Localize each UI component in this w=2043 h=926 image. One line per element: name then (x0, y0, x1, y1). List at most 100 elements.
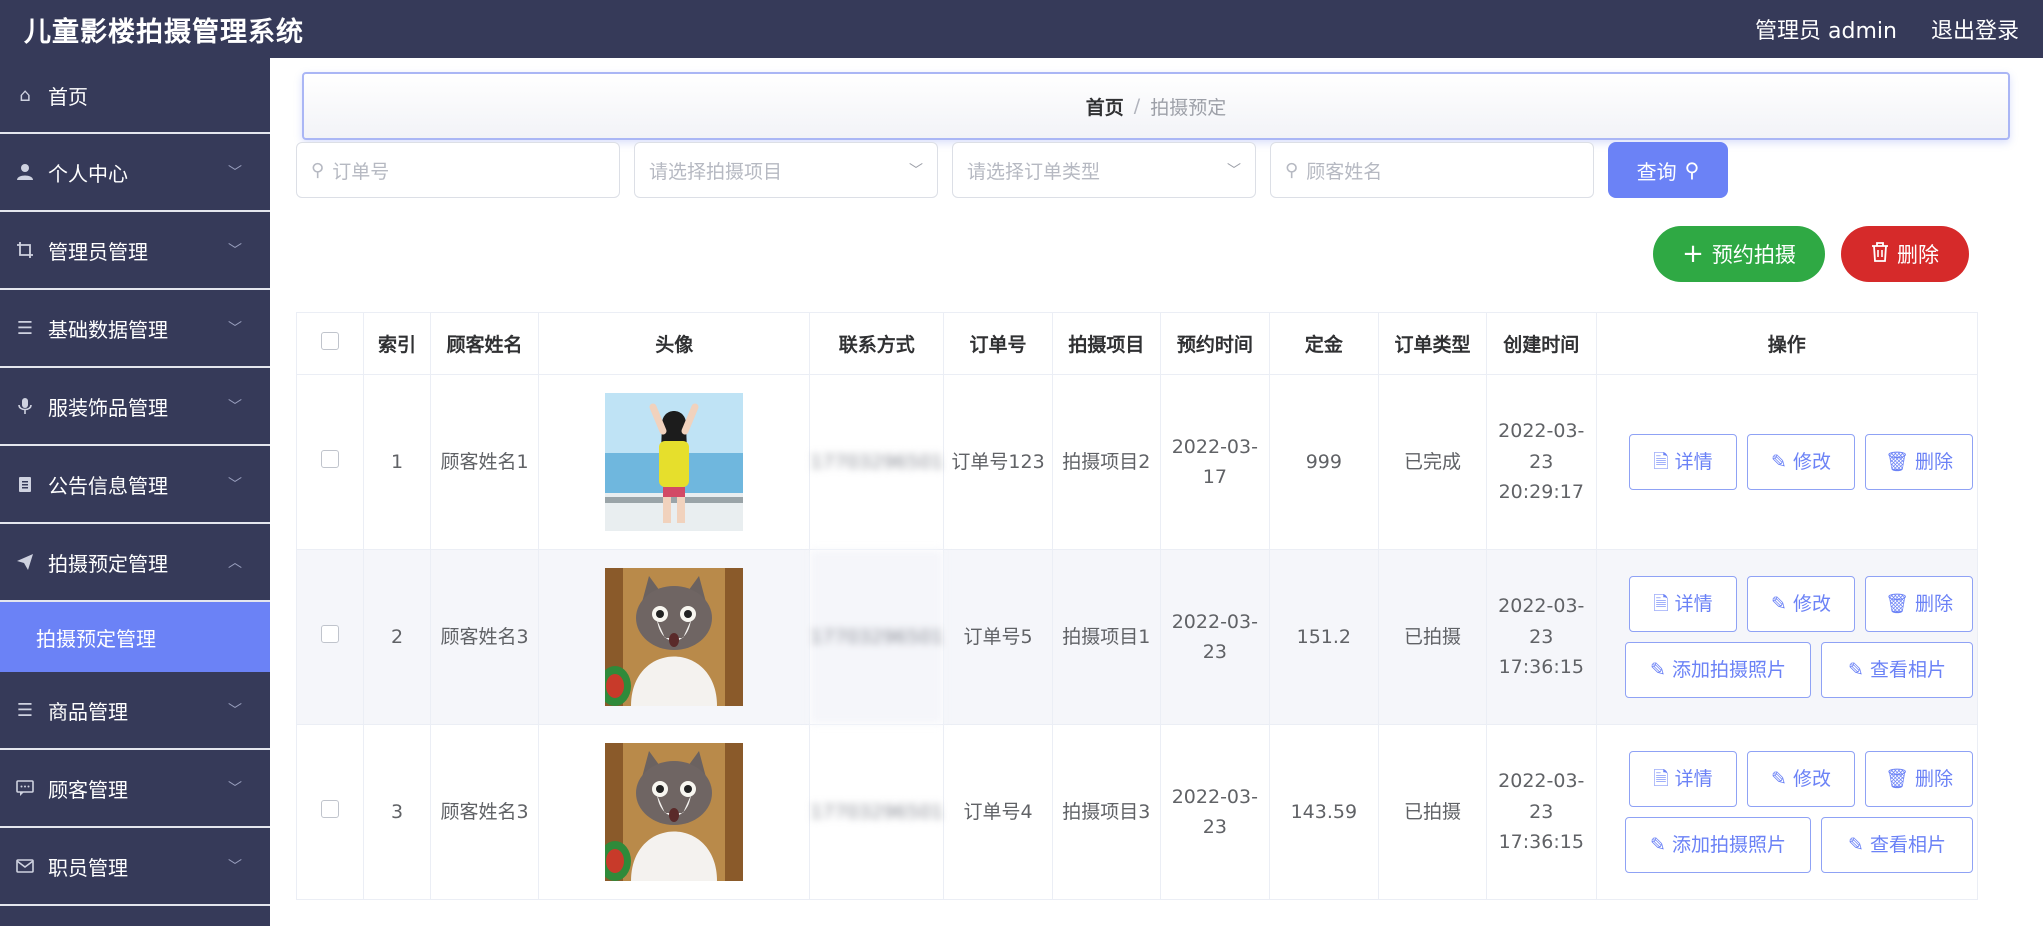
batch-delete-button[interactable]: 删除 (1841, 226, 1969, 282)
row-project: 拍摄项目1 (1051, 549, 1161, 725)
breadcrumb-separator: / (1133, 95, 1141, 117)
view-photo-button[interactable]: ✎ 查看相片 (1821, 642, 1973, 698)
search-bar: ⚲ 订单号 请选择拍摄项目 ﹀ 请选择订单类型 ﹀ ⚲ 顾客姓名 查询 ⚲ (296, 142, 1728, 198)
edit-label: 修改 (1792, 767, 1831, 790)
sidebar-subitem-label: 拍摄预定管理 (36, 626, 156, 651)
chevron-down-icon: ﹀ (228, 399, 242, 415)
row-booking-time: 2022-03-23 (1159, 549, 1270, 725)
row-checkbox[interactable] (320, 799, 339, 818)
sidebar-item-goods[interactable]: ☰ 商品管理 ﹀ (0, 672, 270, 750)
pencil-icon: ✎ (1771, 767, 1787, 790)
row-project: 拍摄项目3 (1051, 724, 1161, 900)
action-buttons: + 预约拍摄 删除 (1653, 226, 1969, 282)
select-all-checkbox-cell (296, 312, 364, 375)
column-header: 头像 (538, 312, 811, 375)
row-created-time: 2022-03-23 17:36:15 (1486, 549, 1597, 725)
chevron-down-icon: ﹀ (228, 243, 242, 259)
edit-label: 修改 (1792, 450, 1831, 473)
order-number-input[interactable]: ⚲ 订单号 (296, 142, 620, 198)
order-type-select[interactable]: 请选择订单类型 ﹀ (952, 142, 1256, 198)
query-button-label: 查询 (1636, 159, 1677, 184)
send-icon (14, 551, 36, 573)
add-booking-label: 预约拍摄 (1711, 243, 1796, 267)
customer-name-input[interactable]: ⚲ 顾客姓名 (1270, 142, 1594, 198)
detail-button[interactable]: 🗎 详情 (1629, 434, 1737, 490)
delete-label: 删除 (1915, 450, 1954, 473)
edit-button[interactable]: ✎ 修改 (1747, 751, 1855, 807)
row-phone: 17703296501 (809, 724, 945, 900)
chevron-down-icon: ﹀ (228, 703, 242, 719)
row-index: 3 (362, 724, 431, 900)
add-photo-button[interactable]: ✎ 添加拍摄照片 (1625, 642, 1811, 698)
row-project: 拍摄项目2 (1051, 374, 1161, 550)
avatar-photo-cat[interactable] (605, 568, 744, 706)
batch-delete-label: 删除 (1897, 243, 1939, 267)
detail-button[interactable]: 🗎 详情 (1629, 576, 1737, 632)
row-checkbox[interactable] (320, 624, 339, 643)
pencil-icon: ✎ (1848, 658, 1864, 681)
sidebar-item-staff[interactable]: 职员管理 ﹀ (0, 828, 270, 906)
delete-button[interactable]: 🗑 删除 (1865, 751, 1973, 807)
add-photo-label: 添加拍摄照片 (1671, 833, 1786, 856)
sidebar-item-notice[interactable]: 公告信息管理 ﹀ (0, 446, 270, 524)
row-order-type: 已拍摄 (1377, 549, 1488, 725)
row-phone: 17703296501 (809, 549, 945, 725)
order-type-placeholder: 请选择订单类型 (967, 160, 1101, 183)
mail-icon (14, 855, 36, 877)
sidebar-item-home[interactable]: ⌂ 首页 (0, 58, 270, 134)
row-operations: 🗎 详情 ✎ 修改 🗑 删除 ✎ 添加拍摄照片 ✎ 查看相片 (1595, 724, 1979, 900)
message-icon (14, 777, 36, 799)
trash-icon: 🗑 (1884, 450, 1910, 473)
column-header: 顾客姓名 (429, 312, 540, 375)
select-all-checkbox[interactable] (320, 332, 339, 350)
delete-button[interactable]: 🗑 删除 (1865, 434, 1973, 490)
column-header: 定金 (1268, 312, 1379, 375)
list-icon: ☰ (16, 699, 34, 721)
chevron-down-icon: ﹀ (228, 321, 242, 337)
sidebar-item-label: 个人中心 (48, 161, 128, 186)
avatar-photo-girl[interactable] (605, 393, 744, 531)
sidebar-item-label: 服装饰品管理 (48, 395, 168, 420)
row-deposit: 143.59 (1268, 724, 1379, 900)
column-header: 操作 (1595, 312, 1979, 375)
project-select[interactable]: 请选择拍摄项目 ﹀ (634, 142, 938, 198)
sidebar-item-costume[interactable]: 服装饰品管理 ﹀ (0, 368, 270, 446)
search-icon: ⚲ (1684, 158, 1700, 182)
avatar-photo-cat[interactable] (605, 743, 744, 881)
plus-icon: + (1682, 239, 1704, 269)
query-button[interactable]: 查询 ⚲ (1608, 142, 1728, 198)
sidebar: ⌂ 首页 个人中心 ﹀ 管理员管理 ﹀ ☰ 基础数据管理 ﹀ 服装饰品管理 ﹀ … (0, 58, 270, 926)
breadcrumb-home[interactable]: 首页 (1086, 93, 1124, 120)
column-header: 拍摄项目 (1051, 312, 1161, 375)
sidebar-item-personal[interactable]: 个人中心 ﹀ (0, 134, 270, 212)
row-created-time: 2022-03-23 20:29:17 (1486, 374, 1597, 550)
add-booking-button[interactable]: + 预约拍摄 (1653, 226, 1825, 282)
sidebar-item-admin[interactable]: 管理员管理 ﹀ (0, 212, 270, 290)
edit-button[interactable]: ✎ 修改 (1747, 576, 1855, 632)
edit-button[interactable]: ✎ 修改 (1747, 434, 1855, 490)
home-icon: ⌂ (19, 84, 31, 106)
sidebar-item-booking[interactable]: 拍摄预定管理 ︿ (0, 524, 270, 602)
delete-button[interactable]: 🗑 删除 (1865, 576, 1973, 632)
detail-button[interactable]: 🗎 详情 (1629, 751, 1737, 807)
row-operations: 🗎 详情 ✎ 修改 🗑 删除 ✎ 添加拍摄照片 ✎ 查看相片 (1595, 549, 1979, 725)
table-header-row: 索引 顾客姓名 头像 联系方式 订单号 拍摄项目 预约时间 定金 订单类型 创建… (296, 312, 1979, 375)
logout-link[interactable]: 退出登录 (1931, 13, 2019, 45)
row-order-number: 订单号4 (943, 724, 1053, 900)
table-row: 3 顾客姓名3 17703296501 订单号4 拍摄项目3 2022-03-2… (296, 724, 1979, 900)
row-checkbox[interactable] (320, 449, 339, 468)
row-created-time: 2022-03-23 17:36:15 (1486, 724, 1597, 900)
column-header: 创建时间 (1486, 312, 1597, 375)
pencil-icon: ✎ (1650, 658, 1666, 681)
sidebar-item-label: 管理员管理 (48, 239, 148, 264)
delete-label: 删除 (1915, 767, 1954, 790)
row-customer-name: 顾客姓名3 (429, 549, 540, 725)
trash-icon: 🗑 (1884, 592, 1910, 615)
column-header: 预约时间 (1159, 312, 1270, 375)
view-photo-button[interactable]: ✎ 查看相片 (1821, 817, 1973, 873)
sidebar-item-basic-data[interactable]: ☰ 基础数据管理 ﹀ (0, 290, 270, 368)
add-photo-button[interactable]: ✎ 添加拍摄照片 (1625, 817, 1811, 873)
row-operations: 🗎 详情 ✎ 修改 🗑 删除 (1595, 374, 1979, 550)
sidebar-subitem-booking-management[interactable]: 拍摄预定管理 (0, 602, 270, 672)
sidebar-item-customer[interactable]: 顾客管理 ﹀ (0, 750, 270, 828)
